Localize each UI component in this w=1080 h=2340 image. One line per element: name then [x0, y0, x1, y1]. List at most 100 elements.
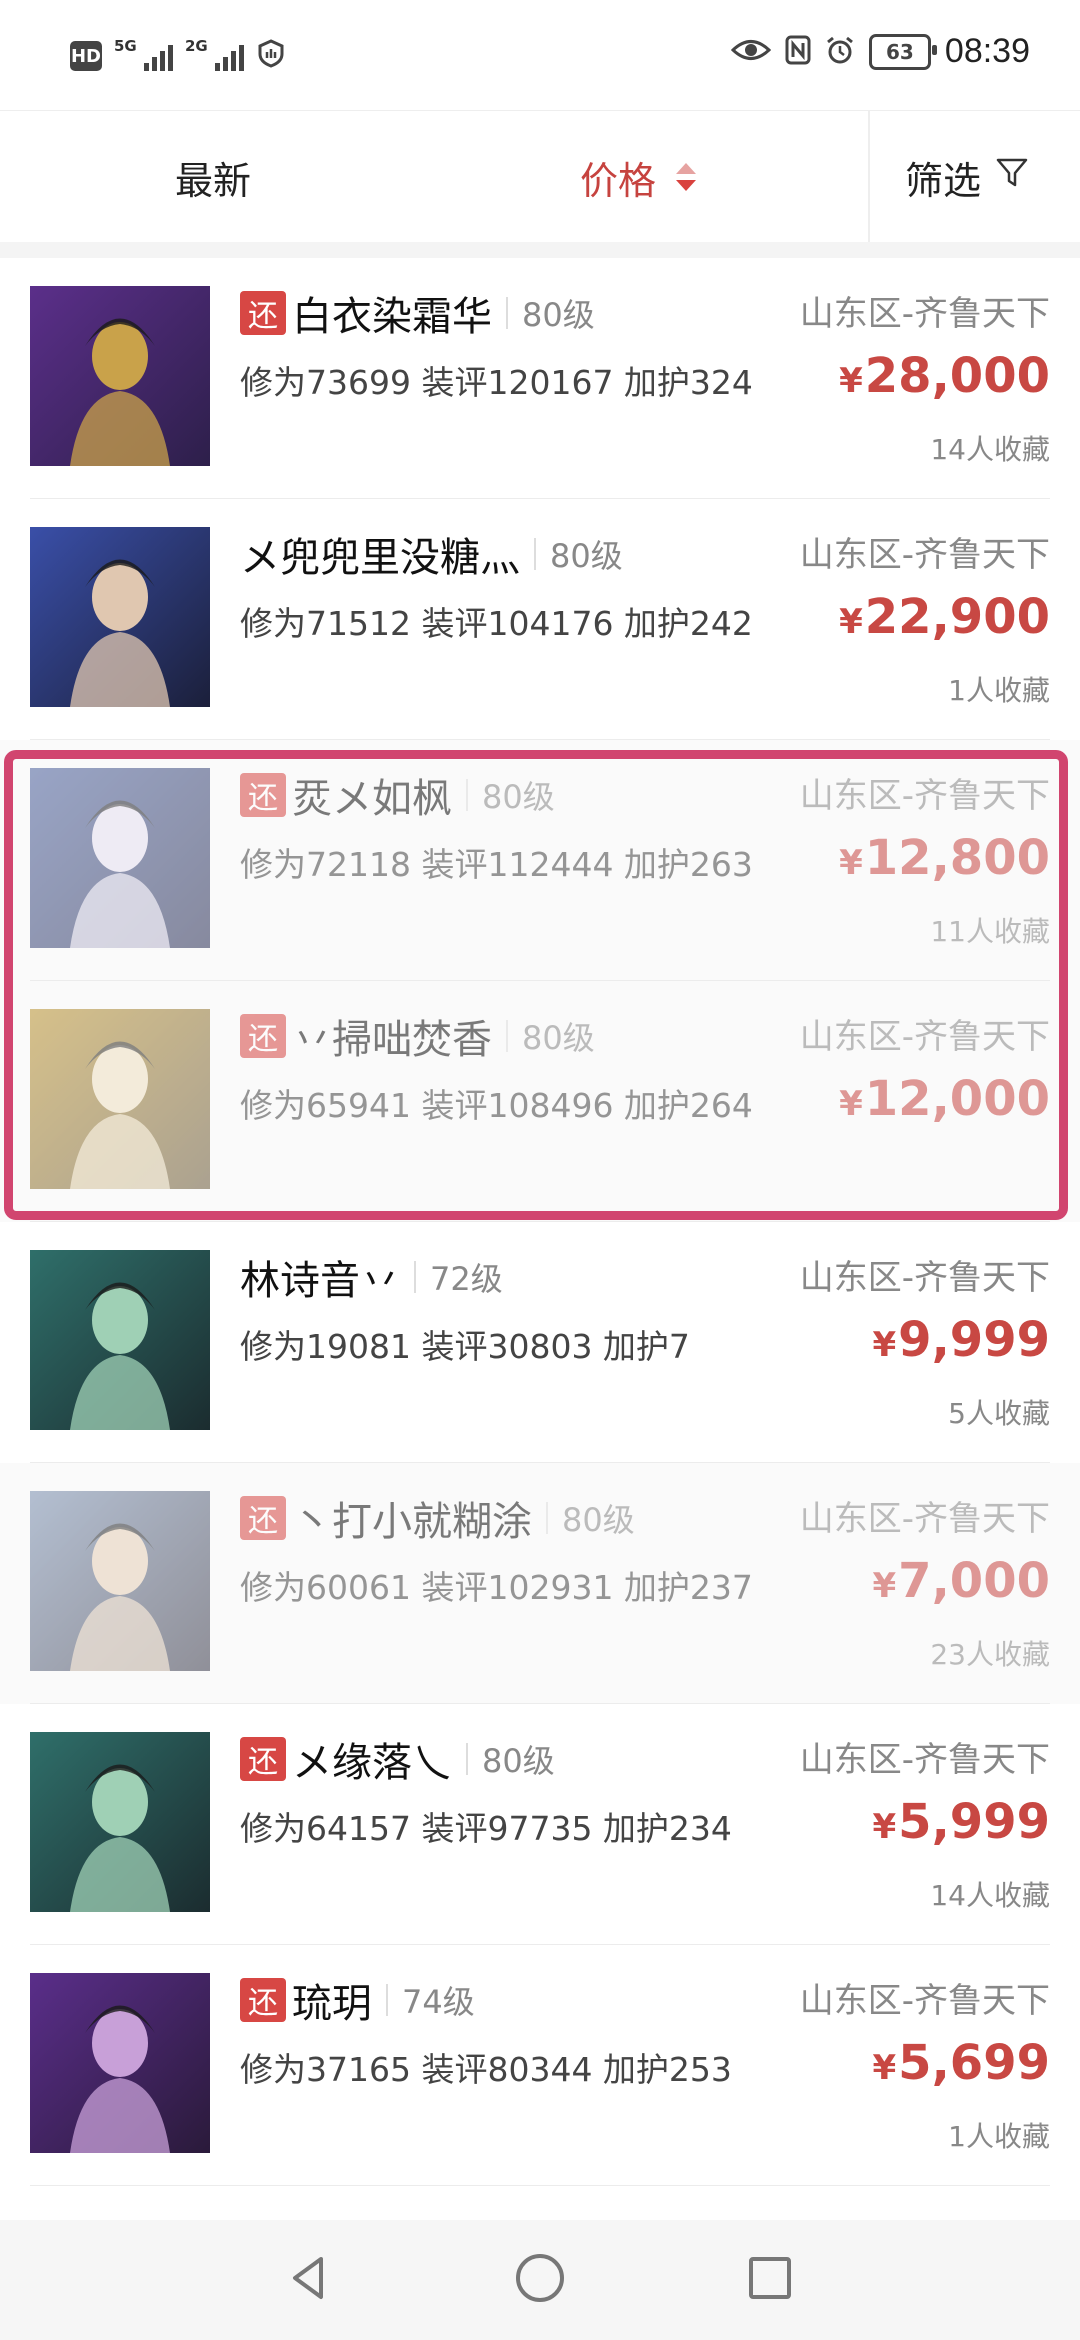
character-level: 72级 — [430, 1260, 503, 1298]
listing-item[interactable]: 林诗音丷 72级 修为19081 装评30803 加护7 山东区-齐鲁天下 ¥9… — [0, 1222, 1080, 1463]
listing-item[interactable]: 还 丷掃咄焚香 80级 修为65941 装评108496 加护264 山东区-齐… — [0, 981, 1080, 1222]
favorites-count: 23人收藏 — [930, 1638, 1050, 1671]
currency-symbol: ¥ — [839, 1084, 863, 1124]
character-level: 74级 — [402, 1983, 475, 2021]
back-triangle-icon — [285, 2253, 335, 2307]
listing-item[interactable]: 还 白衣染霜华 80级 修为73699 装评120167 加护324 山东区-齐… — [0, 258, 1080, 499]
sort-arrows-icon — [676, 163, 697, 191]
currency-symbol: ¥ — [872, 1566, 897, 1606]
character-thumbnail — [30, 768, 210, 948]
favorites-count: 5人收藏 — [948, 1397, 1050, 1430]
listing-item[interactable]: 还 メ缘落乀 80级 修为64157 装评97735 加护234 山东区-齐鲁天… — [0, 1704, 1080, 1945]
character-name: 丶打小就糊涂 — [292, 1499, 532, 1545]
level-divider — [414, 1261, 416, 1293]
character-stats: 修为65941 装评108496 加护264 — [240, 1086, 753, 1125]
favorites-count: 11人收藏 — [930, 915, 1050, 948]
server-name: 山东区-齐鲁天下 — [799, 1017, 1050, 1057]
currency-symbol: ¥ — [872, 2048, 897, 2088]
privacy-icon — [256, 38, 286, 74]
listing-title-row: メ兜兜里没糖灬 80级 — [240, 525, 623, 583]
price-value: 5,999 — [898, 1794, 1050, 1850]
listing-title-row: 还 丷掃咄焚香 80级 — [240, 1007, 595, 1065]
favorites-count: 1人收藏 — [948, 2120, 1050, 2153]
refund-badge: 还 — [240, 1496, 286, 1540]
character-name: 烎メ如枫 — [292, 776, 452, 822]
favorites-count: 1人收藏 — [948, 674, 1050, 707]
battery-icon: 63 — [868, 33, 937, 70]
refund-badge: 还 — [240, 1978, 286, 2022]
character-name: メ缘落乀 — [292, 1740, 452, 1786]
recents-square-icon — [745, 2253, 795, 2307]
recents-button[interactable] — [740, 2250, 800, 2310]
sort-price-label: 价格 — [580, 158, 657, 203]
price-value: 7,000 — [898, 1553, 1050, 1609]
status-bar: HD 5G 2G 63 08:39 — [0, 0, 1080, 110]
character-name: 琉玥 — [292, 1981, 372, 2027]
character-name: メ兜兜里没糖灬 — [240, 535, 520, 581]
currency-symbol: ¥ — [872, 1807, 897, 1847]
hd-icon: HD — [70, 41, 102, 71]
character-thumbnail — [30, 286, 210, 466]
filter-label: 筛选 — [905, 158, 982, 203]
listing-list: 还 白衣染霜华 80级 修为73699 装评120167 加护324 山东区-齐… — [0, 258, 1080, 2186]
status-right: 63 08:39 — [730, 32, 1030, 71]
level-divider — [534, 538, 536, 570]
listing-title-row: 还 丶打小就糊涂 80级 — [240, 1489, 635, 1547]
price: ¥28,000 — [839, 348, 1050, 404]
level-divider — [546, 1502, 548, 1534]
character-stats: 修为19081 装评30803 加护7 — [240, 1327, 690, 1366]
sort-price-tab[interactable]: 价格 — [580, 111, 697, 243]
server-name: 山东区-齐鲁天下 — [799, 1258, 1050, 1298]
listing-item[interactable]: メ兜兜里没糖灬 80级 修为71512 装评104176 加护242 山东区-齐… — [0, 499, 1080, 740]
signal-sim2-icon: 2G — [185, 37, 244, 71]
server-name: 山东区-齐鲁天下 — [799, 1499, 1050, 1539]
back-button[interactable] — [280, 2250, 340, 2310]
character-stats: 修为71512 装评104176 加护242 — [240, 604, 753, 643]
server-name: 山东区-齐鲁天下 — [799, 294, 1050, 334]
home-circle-icon — [513, 2251, 567, 2309]
listing-item[interactable]: 还 丶打小就糊涂 80级 修为60061 装评102931 加护237 山东区-… — [0, 1463, 1080, 1704]
price: ¥5,699 — [873, 2035, 1051, 2091]
character-thumbnail — [30, 1732, 210, 1912]
sort-latest-label: 最新 — [175, 158, 252, 203]
character-name: 林诗音丷 — [240, 1258, 400, 1304]
favorites-count: 14人收藏 — [930, 433, 1050, 466]
price: ¥7,000 — [873, 1553, 1051, 1609]
listing-title-row: 还 烎メ如枫 80级 — [240, 766, 555, 824]
character-stats: 修为37165 装评80344 加护253 — [240, 2050, 732, 2089]
price: ¥12,000 — [839, 1071, 1050, 1127]
currency-symbol: ¥ — [839, 843, 863, 883]
character-stats: 修为72118 装评112444 加护263 — [240, 845, 753, 884]
character-thumbnail — [30, 1491, 210, 1671]
server-name: 山东区-齐鲁天下 — [799, 1740, 1050, 1780]
character-stats: 修为73699 装评120167 加护324 — [240, 363, 753, 402]
character-level: 80级 — [482, 1742, 555, 1780]
price-value: 9,999 — [898, 1312, 1050, 1368]
character-level: 80级 — [482, 778, 555, 816]
sim2-tech-label: 2G — [185, 37, 208, 55]
home-button[interactable] — [510, 2250, 570, 2310]
refund-badge: 还 — [240, 1014, 286, 1058]
listing-title-row: 林诗音丷 72级 — [240, 1248, 503, 1306]
character-thumbnail — [30, 1250, 210, 1430]
character-thumbnail — [30, 527, 210, 707]
sort-latest-tab[interactable]: 最新 — [175, 111, 251, 243]
sort-filter-bar: 最新 价格 筛选 — [0, 110, 1080, 243]
currency-symbol: ¥ — [839, 602, 863, 642]
section-separator — [0, 242, 1080, 258]
server-name: 山东区-齐鲁天下 — [799, 535, 1050, 575]
level-divider — [386, 1984, 388, 2016]
sim1-tech-label: 5G — [114, 37, 137, 55]
level-divider — [466, 779, 468, 811]
listing-item[interactable]: 还 琉玥 74级 修为37165 装评80344 加护253 山东区-齐鲁天下 … — [0, 1945, 1080, 2186]
filter-button[interactable]: 筛选 — [905, 111, 1029, 243]
listing-item[interactable]: 还 烎メ如枫 80级 修为72118 装评112444 加护263 山东区-齐鲁… — [0, 740, 1080, 981]
character-name: 白衣染霜华 — [292, 294, 492, 340]
refund-badge: 还 — [240, 291, 286, 335]
system-nav-bar — [0, 2220, 1080, 2340]
funnel-icon — [995, 155, 1029, 199]
price-value: 12,000 — [864, 1071, 1050, 1127]
price: ¥5,999 — [873, 1794, 1051, 1850]
status-left: HD 5G 2G — [70, 37, 286, 74]
price-value: 5,699 — [898, 2035, 1050, 2091]
